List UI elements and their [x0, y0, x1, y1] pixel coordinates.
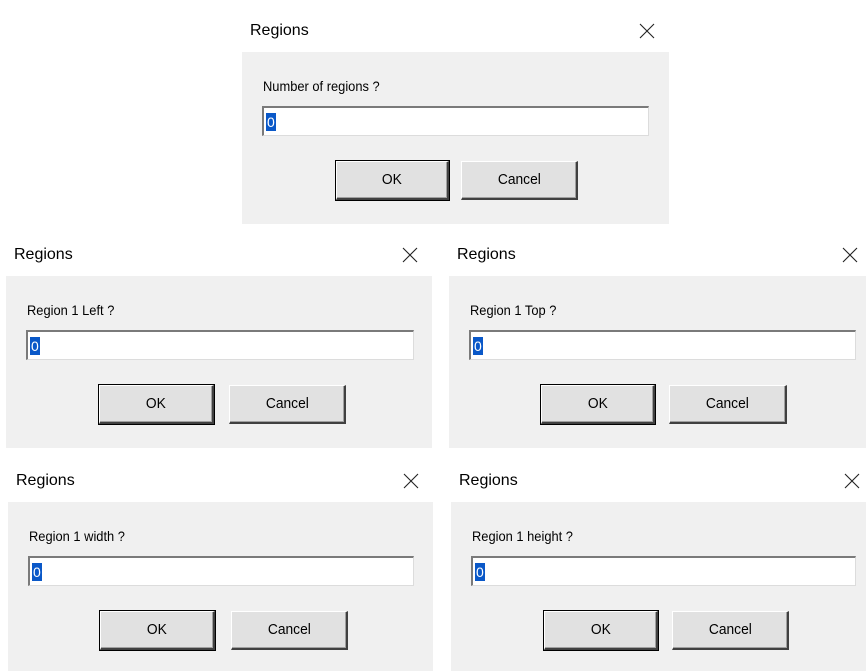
close-button[interactable]	[830, 238, 866, 272]
ok-button-label: OK	[146, 395, 166, 412]
input-value: 0	[30, 337, 40, 355]
number-of-regions-input[interactable]: 0	[262, 106, 649, 136]
input-value: 0	[32, 563, 42, 581]
dialog-title: Regions	[16, 472, 75, 489]
dialog-title: Regions	[14, 246, 73, 263]
input-value: 0	[475, 563, 485, 581]
cancel-button-label: Cancel	[267, 621, 311, 638]
region-height-input[interactable]: 0	[471, 556, 856, 586]
cancel-button-label: Cancel	[706, 395, 749, 412]
cancel-button[interactable]: Cancel	[672, 611, 789, 650]
cancel-button-label: Cancel	[497, 171, 541, 188]
dialog-title: Regions	[457, 246, 516, 263]
close-icon	[844, 473, 860, 489]
cancel-button[interactable]: Cancel	[229, 385, 346, 424]
dialog-region-width: Regions Region 1 width ? 0 OK Cancel	[8, 460, 433, 671]
close-icon	[639, 23, 655, 39]
input-value: 0	[473, 337, 483, 355]
prompt-label: Region 1 height ?	[472, 528, 573, 544]
close-button[interactable]	[832, 464, 866, 498]
dialog-region-top: Regions Region 1 Top ? 0 OK Cancel	[449, 234, 866, 448]
ok-button[interactable]: OK	[335, 160, 450, 201]
cancel-button[interactable]: Cancel	[461, 161, 578, 200]
cancel-button-label: Cancel	[265, 395, 309, 412]
prompt-label: Region 1 Left ?	[27, 302, 115, 318]
dialog-title: Regions	[250, 22, 309, 39]
ok-button-label: OK	[587, 395, 608, 412]
close-button[interactable]	[391, 464, 431, 498]
prompt-label: Region 1 Top ?	[470, 302, 557, 318]
ok-button-label: OK	[382, 171, 402, 188]
dialog-region-height: Regions Region 1 height ? 0 OK Cancel	[451, 460, 866, 671]
region-top-input[interactable]: 0	[469, 330, 856, 360]
close-icon	[402, 247, 418, 263]
close-icon	[403, 473, 419, 489]
dialog-titlebar[interactable]: Regions	[449, 234, 866, 276]
dialog-titlebar[interactable]: Regions	[8, 460, 433, 502]
region-width-input[interactable]: 0	[28, 556, 414, 586]
ok-button[interactable]: OK	[540, 384, 656, 425]
cancel-button-label: Cancel	[708, 621, 752, 638]
dialog-title: Regions	[459, 472, 518, 489]
region-left-input[interactable]: 0	[26, 330, 414, 360]
dialog-number-of-regions: Regions Number of regions ? 0 OK Cancel	[242, 10, 669, 224]
cancel-button[interactable]: Cancel	[669, 385, 787, 424]
input-value: 0	[266, 113, 276, 131]
ok-button-label: OK	[590, 621, 611, 638]
prompt-label: Region 1 width ?	[29, 528, 125, 544]
dialog-titlebar[interactable]: Regions	[242, 10, 669, 52]
close-icon	[842, 247, 858, 263]
cancel-button[interactable]: Cancel	[231, 611, 348, 650]
dialog-region-left: Regions Region 1 Left ? 0 OK Cancel	[6, 234, 432, 448]
ok-button[interactable]: OK	[99, 610, 216, 651]
ok-button-label: OK	[147, 621, 167, 638]
dialog-titlebar[interactable]: Regions	[6, 234, 432, 276]
ok-button[interactable]: OK	[98, 384, 215, 425]
prompt-label: Number of regions ?	[263, 78, 380, 94]
dialog-titlebar[interactable]: Regions	[451, 460, 866, 502]
ok-button[interactable]: OK	[543, 610, 659, 651]
close-button[interactable]	[627, 14, 667, 48]
close-button[interactable]	[390, 238, 430, 272]
